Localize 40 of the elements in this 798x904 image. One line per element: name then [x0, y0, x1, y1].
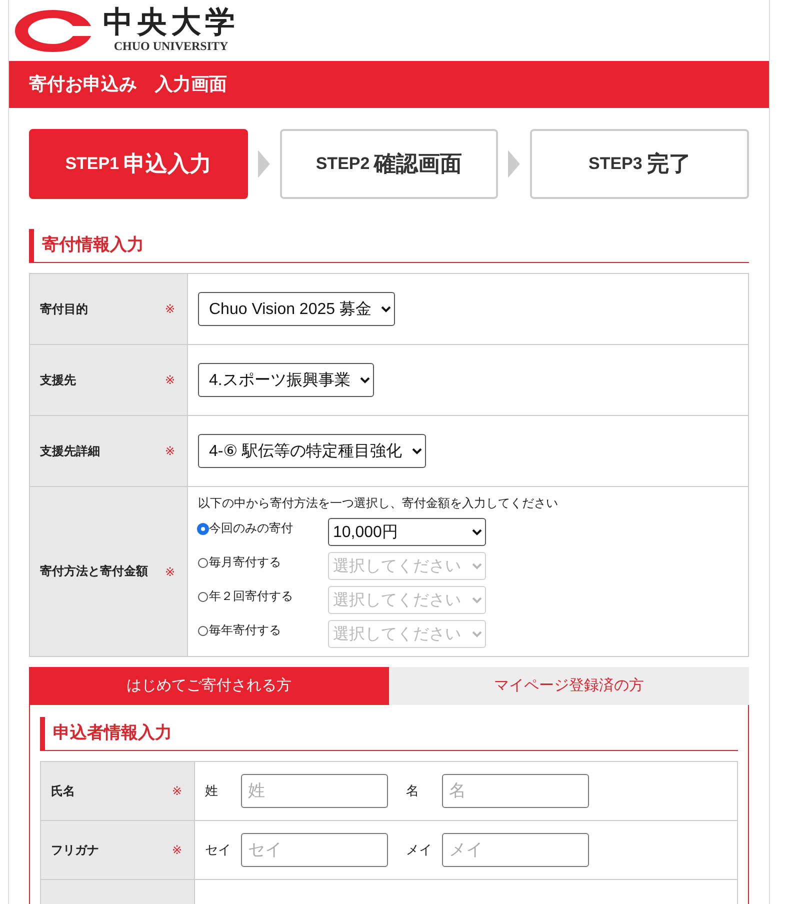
- chevron-icon: [258, 150, 270, 178]
- field-label: 寄付方法と寄付金額: [40, 563, 148, 580]
- field-label: 姓: [205, 782, 219, 800]
- input-field[interactable]: セイ: [241, 833, 388, 867]
- field-label: セイ: [205, 841, 232, 859]
- required-mark: ※: [164, 373, 175, 387]
- page-title-bar: 寄付お申込み 入力画面: [9, 61, 769, 108]
- logo-icon: [13, 8, 93, 54]
- input-field[interactable]: 姓: [241, 774, 388, 808]
- logo-subtitle: CHUO UNIVERSITY: [114, 39, 228, 54]
- dropdown[interactable]: Chuo Vision 2025 募金: [198, 292, 395, 326]
- radio-button-icon[interactable]: [198, 524, 208, 534]
- field-label: 支援先詳細: [40, 442, 100, 460]
- required-mark: ※: [172, 784, 182, 798]
- logo-title: 中央大学: [103, 7, 239, 39]
- section-heading: 申込者情報入力: [40, 717, 738, 751]
- tab[interactable]: マイページ登録済の方: [389, 667, 749, 705]
- instruction-text: 以下の中から寄付方法を一つ選択し、寄付金額を入力してください: [198, 495, 558, 512]
- field-label: 支援先: [40, 372, 76, 388]
- amount-dropdown[interactable]: 10,000円: [328, 518, 486, 546]
- field-label: 寄付目的: [40, 300, 88, 318]
- dropdown[interactable]: 4-⑥ 駅伝等の特定種目強化: [198, 434, 426, 468]
- step-box: STEP1 申込入力: [29, 129, 248, 199]
- field-label: フリガナ: [51, 842, 99, 858]
- field-label: 氏名: [51, 782, 75, 800]
- required-mark: ※: [164, 444, 175, 458]
- required-mark: ※: [164, 564, 175, 578]
- input-field[interactable]: 名: [442, 774, 589, 808]
- step-box: STEP2 確認画面: [280, 129, 498, 199]
- radio-option[interactable]: 今回のみの寄付: [198, 518, 328, 537]
- required-mark: ※: [164, 302, 175, 316]
- field-label: メイ: [406, 841, 433, 859]
- step-box: STEP3 完了: [530, 129, 749, 199]
- chevron-icon: [508, 150, 520, 178]
- dropdown[interactable]: 4.スポーツ振興事業: [198, 363, 374, 397]
- section-heading: 寄付情報入力: [29, 229, 749, 263]
- field-label: 名: [406, 782, 420, 800]
- input-field[interactable]: メイ: [442, 833, 589, 867]
- required-mark: ※: [172, 843, 182, 857]
- tab[interactable]: はじめてご寄付される方: [29, 667, 389, 705]
